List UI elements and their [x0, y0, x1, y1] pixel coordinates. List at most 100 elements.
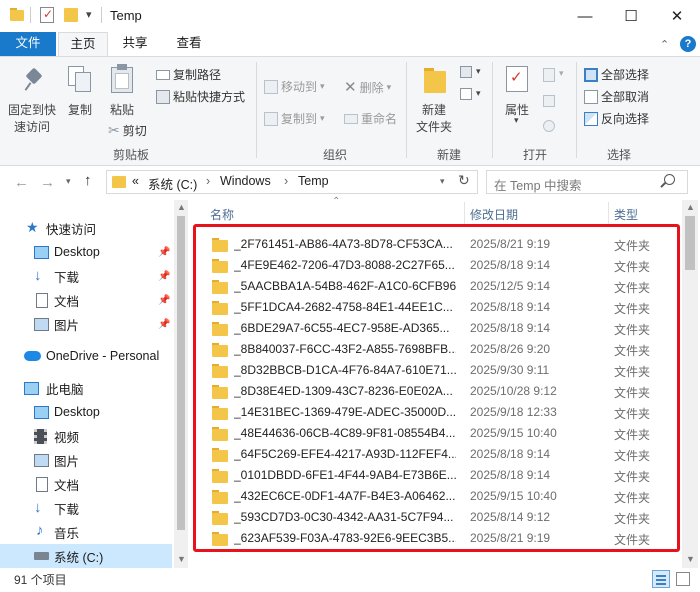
nav-this-pc[interactable]: 此电脑	[0, 376, 172, 400]
refresh-icon[interactable]: ↻	[458, 172, 470, 189]
close-button[interactable]: ✕	[654, 0, 700, 32]
address-segment-drive[interactable]: 系统 (C:)	[148, 174, 197, 193]
desktop-icon	[34, 406, 49, 419]
delete-button[interactable]: ✕ 删除 ▾	[344, 78, 391, 96]
invert-selection-button[interactable]: 反向选择	[584, 110, 649, 127]
select-all-button[interactable]: 全部选择	[584, 66, 649, 83]
column-date[interactable]: 修改日期	[470, 206, 518, 223]
minimize-button[interactable]: —	[562, 0, 608, 32]
nav-label: 视频	[54, 430, 80, 445]
move-to-button[interactable]: 移动到 ▾	[264, 78, 325, 95]
history-icon[interactable]	[543, 120, 555, 132]
edit-icon[interactable]	[543, 95, 555, 107]
computer-icon	[24, 382, 39, 395]
address-segment-windows[interactable]: Windows	[220, 174, 271, 188]
recent-locations-icon[interactable]: ▾	[66, 176, 71, 187]
ribbon-separator	[576, 62, 577, 158]
properties-qa-icon[interactable]: ✓	[40, 7, 54, 23]
copy-path-button[interactable]: 复制路径	[156, 66, 221, 83]
pin-icon: 📌	[158, 246, 171, 258]
properties-dropdown-icon[interactable]: ▾	[514, 115, 519, 126]
search-icon[interactable]	[660, 174, 675, 188]
open-group-label: 打开	[522, 148, 547, 162]
copy-to-button[interactable]: 复制到 ▾	[264, 110, 325, 127]
nav-pc-pictures[interactable]: 图片	[0, 448, 172, 472]
nav-pc-videos[interactable]: 视频	[0, 424, 172, 448]
address-dropdown-icon[interactable]: ▾	[440, 176, 445, 187]
address-segment-temp[interactable]: Temp	[298, 174, 329, 188]
new-folder-label-1[interactable]: 新建	[422, 101, 446, 118]
easy-access-dropdown-icon[interactable]: ▾	[476, 88, 481, 99]
document-icon	[36, 293, 48, 308]
search-input[interactable]: 在 Temp 中搜索	[494, 175, 582, 194]
address-separator[interactable]: ›	[206, 174, 210, 188]
nav-onedrive[interactable]: OneDrive - Personal	[0, 344, 172, 368]
tab-view[interactable]: 查看	[166, 32, 212, 56]
delete-icon: ✕	[344, 79, 357, 96]
nav-label: 文档	[54, 294, 80, 309]
nav-scroll-down-icon[interactable]: ▼	[177, 554, 186, 564]
nav-quick-access[interactable]: ★ 快速访问	[0, 216, 172, 240]
select-none-icon	[584, 89, 598, 104]
open-dropdown-icon[interactable]: ▾	[559, 68, 564, 79]
nav-scrollbar-thumb[interactable]	[177, 216, 185, 530]
address-separator[interactable]: ›	[284, 174, 288, 188]
paste-button[interactable]: 粘贴	[110, 101, 134, 118]
help-icon[interactable]: ?	[680, 36, 696, 52]
large-icons-view-icon[interactable]	[676, 572, 690, 586]
nav-scroll-up-icon[interactable]: ▲	[177, 202, 186, 212]
document-icon	[36, 477, 48, 492]
column-divider[interactable]	[608, 202, 609, 224]
tab-share[interactable]: 共享	[112, 32, 158, 56]
paste-shortcut-button[interactable]: 粘贴快捷方式	[156, 88, 245, 105]
nav-quick-pictures[interactable]: 图片 📌	[0, 312, 172, 336]
cut-button[interactable]: ✂ 剪切	[108, 122, 147, 139]
collapse-ribbon-icon[interactable]: ⌃	[660, 38, 669, 51]
new-item-icon[interactable]	[460, 66, 472, 78]
nav-quick-documents[interactable]: 文档 📌	[0, 288, 172, 312]
scroll-down-icon[interactable]: ▼	[686, 554, 695, 564]
nav-label: 此电脑	[46, 382, 84, 397]
address-overflow[interactable]: «	[132, 174, 139, 188]
nav-pc-system-drive[interactable]: 系统 (C:)	[0, 544, 172, 568]
copy-path-label: 复制路径	[173, 68, 222, 82]
copy-path-icon	[156, 69, 170, 80]
up-button[interactable]: ↑	[84, 172, 92, 189]
scissors-icon: ✂	[108, 122, 120, 138]
nav-label: 音乐	[54, 526, 80, 541]
forward-button[interactable]: →	[40, 174, 55, 191]
nav-quick-desktop[interactable]: Desktop 📌	[0, 240, 172, 264]
nav-pc-music[interactable]: ♪ 音乐	[0, 520, 172, 544]
tab-home[interactable]: 主页	[58, 32, 108, 57]
new-folder-label-2[interactable]: 文件夹	[416, 118, 452, 135]
pin-quick-access-label-2[interactable]: 速访问	[14, 118, 50, 135]
column-name[interactable]: 名称	[210, 206, 234, 223]
window-title: Temp	[110, 8, 142, 23]
rename-button[interactable]: 重命名	[344, 110, 397, 127]
select-none-button[interactable]: 全部取消	[584, 88, 649, 105]
qa-customize-icon[interactable]: ▾	[86, 8, 92, 21]
details-view-icon[interactable]	[652, 570, 670, 588]
back-button[interactable]: ←	[14, 174, 29, 191]
music-icon: ♪	[36, 522, 44, 539]
nav-pc-downloads[interactable]: ↓ 下载	[0, 496, 172, 520]
title-divider	[101, 7, 102, 23]
nav-quick-downloads[interactable]: ↓ 下载 📌	[0, 264, 172, 288]
status-item-count: 91 个项目	[14, 573, 67, 587]
copy-button[interactable]: 复制	[68, 101, 92, 118]
open-icon[interactable]	[543, 68, 555, 82]
nav-pc-documents[interactable]: 文档	[0, 472, 172, 496]
nav-pc-desktop[interactable]: Desktop	[0, 400, 172, 424]
column-divider[interactable]	[464, 202, 465, 224]
tab-file[interactable]: 文件	[0, 32, 56, 56]
scroll-up-icon[interactable]: ▲	[686, 202, 695, 212]
maximize-button[interactable]: ☐	[608, 0, 654, 32]
select-all-icon	[584, 67, 598, 82]
column-type[interactable]: 类型	[614, 206, 638, 223]
pin-quick-access-label-1[interactable]: 固定到快	[8, 101, 56, 118]
easy-access-icon[interactable]	[460, 88, 472, 100]
file-list-scrollbar-thumb[interactable]	[685, 216, 695, 270]
cloud-icon	[24, 351, 41, 361]
new-folder-qa-icon[interactable]	[64, 8, 78, 22]
new-item-dropdown-icon[interactable]: ▾	[476, 66, 481, 77]
